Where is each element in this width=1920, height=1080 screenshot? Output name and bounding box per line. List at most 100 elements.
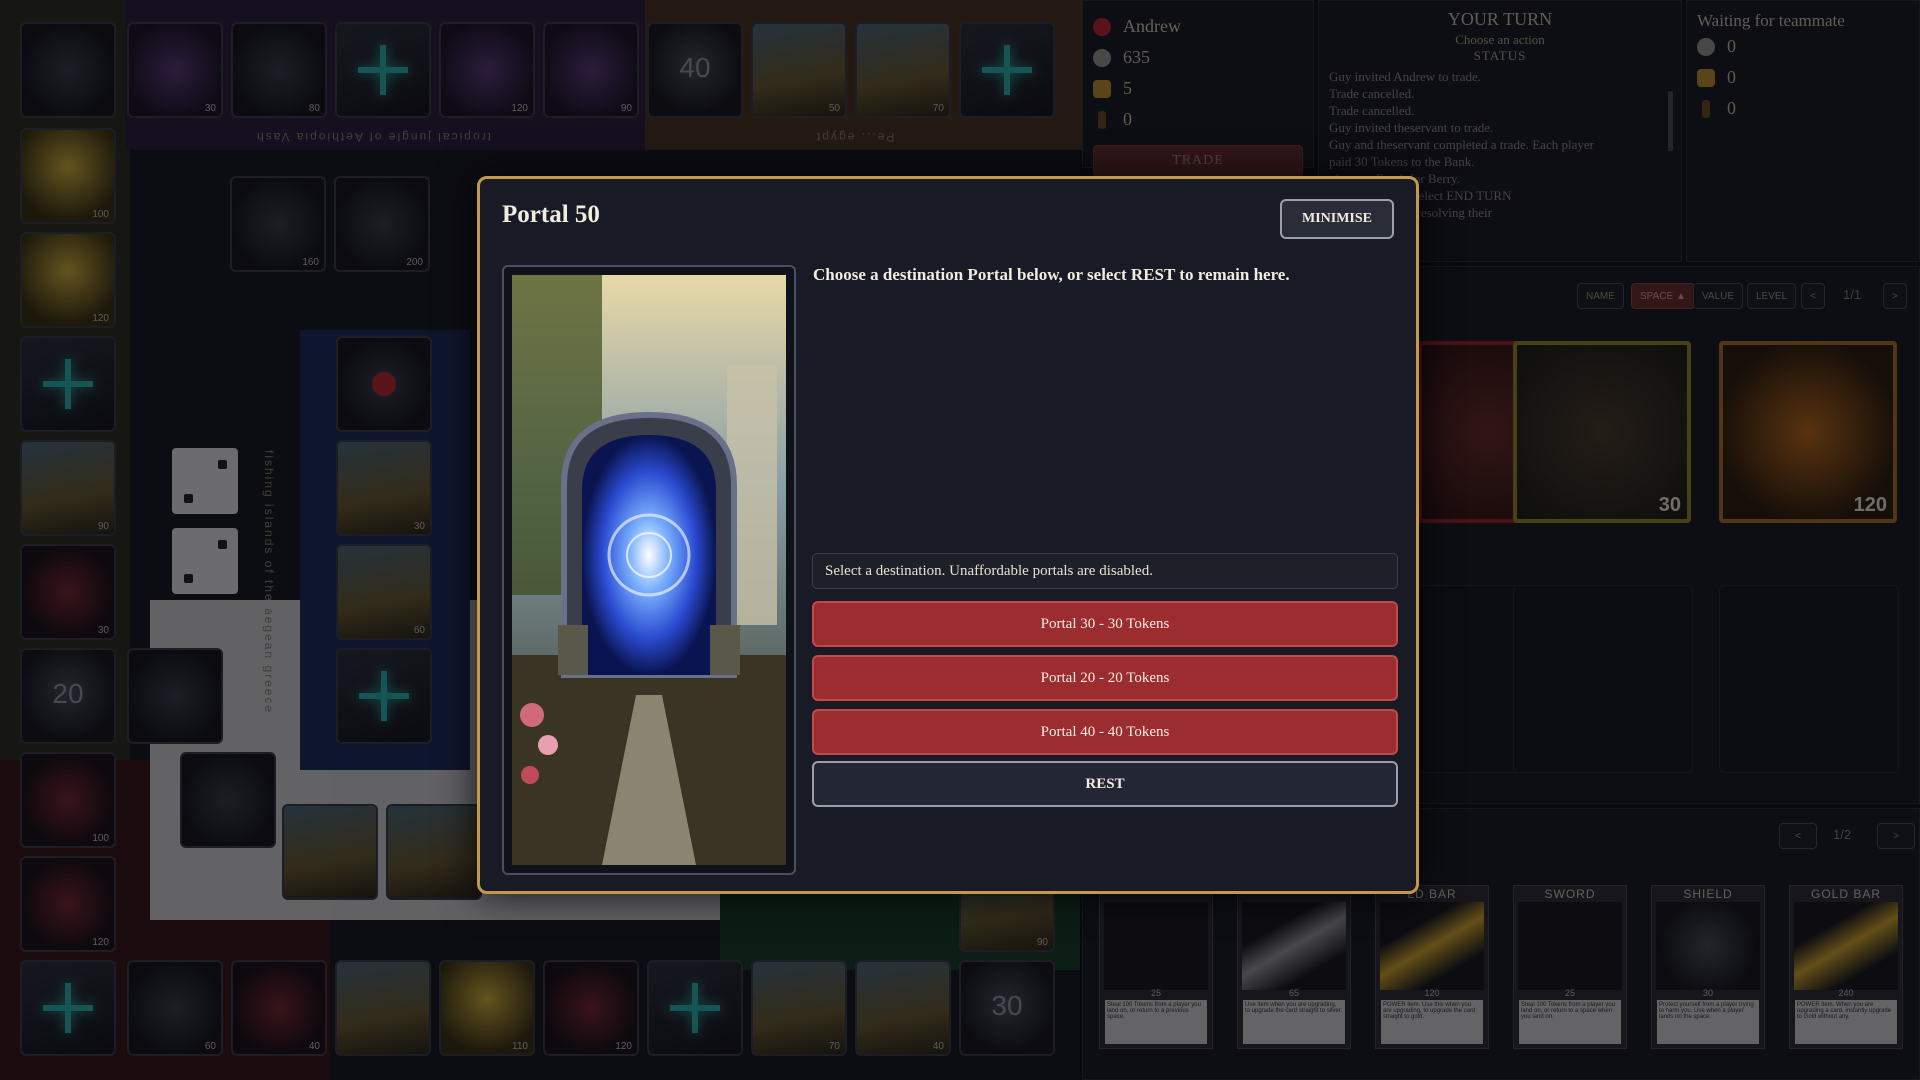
log-scrollbar[interactable]	[1668, 91, 1673, 151]
board-tile[interactable]: 70	[855, 22, 951, 118]
silver-bar-icon	[1242, 902, 1346, 990]
portal-plus-tile[interactable]	[20, 960, 116, 1056]
sort-name-button[interactable]: NAME	[1577, 283, 1624, 309]
board-tile[interactable]: 110	[439, 960, 535, 1056]
board-tile[interactable]	[20, 22, 116, 118]
die[interactable]	[172, 528, 238, 594]
teammate-honey: 0	[1727, 67, 1736, 87]
modal-title: Portal 50	[502, 201, 600, 228]
portal-plus-tile[interactable]	[336, 648, 432, 744]
destination-portal-40-button[interactable]: Portal 40 - 40 Tokens	[812, 709, 1398, 755]
portal-plus-tile[interactable]	[20, 336, 116, 432]
log-line: Guy and theservant completed a trade. Ea…	[1329, 137, 1594, 152]
bottle-icon	[1702, 99, 1710, 118]
sword-icon	[1104, 902, 1208, 990]
tile-value: 90	[1036, 937, 1048, 948]
board-tile[interactable]: 30	[336, 440, 432, 536]
board-tile[interactable]: 60	[336, 544, 432, 640]
item-description: Steal 100 Tokens from a player you land …	[1519, 1000, 1621, 1044]
portal-plus-tile[interactable]	[647, 960, 743, 1056]
inventory-card[interactable]: 30	[1513, 341, 1691, 523]
player-panel: Andrew 635 5 0 TRADE	[1082, 0, 1314, 177]
board-tile[interactable]	[386, 804, 482, 900]
item-card-sword[interactable]: SWORD 25 Steal 100 Tokens from a player …	[1513, 885, 1627, 1049]
board-tile[interactable]	[282, 804, 378, 900]
item-card-sword[interactable]: 25 Steal 100 Tokens from a player you la…	[1099, 885, 1213, 1049]
item-card-gold-bar[interactable]: GOLD BAR 240 POWER item. When you are up…	[1789, 885, 1903, 1049]
destination-portal-30-button[interactable]: Portal 30 - 30 Tokens	[812, 601, 1398, 647]
minimise-button[interactable]: MINIMISE	[1280, 199, 1394, 239]
portal-image-frame	[502, 265, 796, 875]
portal-20-tile[interactable]: 20	[20, 648, 116, 744]
board-tile[interactable]: 160	[230, 176, 326, 272]
portal-image	[512, 275, 786, 865]
items-prev-button[interactable]: <	[1779, 823, 1817, 849]
inventory-prev-button[interactable]: <	[1801, 283, 1825, 309]
tile-value: 120	[615, 1041, 632, 1052]
portal-plus-tile[interactable]	[335, 22, 431, 118]
rest-button[interactable]: REST	[812, 761, 1398, 807]
board-tile[interactable]: 120	[439, 22, 535, 118]
teammate-honey-row: 0	[1697, 62, 1909, 93]
board-tile[interactable]: 90	[20, 440, 116, 536]
board-tile[interactable]	[336, 336, 432, 432]
item-cost: 30	[1702, 988, 1713, 998]
board-tile[interactable]: 100	[20, 128, 116, 224]
sword-icon	[1518, 902, 1622, 990]
inventory-card[interactable]: 120	[1719, 341, 1897, 523]
board-tile[interactable]	[335, 960, 431, 1056]
sort-level-button[interactable]: LEVEL	[1747, 283, 1797, 309]
board-tile[interactable]: 30	[127, 22, 223, 118]
board-tile[interactable]: 120	[20, 856, 116, 952]
board-tile[interactable]: 60	[127, 960, 223, 1056]
board-tile[interactable]: 40	[855, 960, 951, 1056]
tile-value: 200	[406, 257, 423, 268]
die[interactable]	[172, 448, 238, 514]
portal-plus-tile[interactable]	[959, 22, 1055, 118]
board-tile[interactable]: 100	[20, 752, 116, 848]
shield-icon	[1656, 902, 1760, 990]
item-cost: 65	[1288, 988, 1299, 998]
coin-icon	[1093, 48, 1111, 67]
item-description: Steal 100 Tokens from a player you land …	[1105, 1000, 1207, 1044]
board-tile[interactable]: 90	[543, 22, 639, 118]
board-tile[interactable]: 200	[334, 176, 430, 272]
item-card-silver-bar[interactable]: 65 Use item when you are upgrading, to u…	[1237, 885, 1351, 1049]
item-title: SWORD	[1544, 887, 1596, 901]
empty-card-slot	[1513, 585, 1693, 773]
inventory-next-button[interactable]: >	[1883, 283, 1907, 309]
portal-modal: Portal 50 MINIMISE Choose a destination …	[477, 176, 1419, 894]
player-name: Andrew	[1123, 16, 1181, 36]
board-tile[interactable]: 30	[20, 544, 116, 640]
teammate-coins: 0	[1727, 36, 1736, 56]
log-line: Guy invited theservant to trade.	[1329, 120, 1494, 135]
sort-space-button[interactable]: SPACE ▲	[1631, 283, 1695, 309]
coin-icon	[1697, 37, 1715, 56]
board-tile[interactable]: 120	[543, 960, 639, 1056]
tile-value: 120	[92, 313, 109, 324]
board-tile[interactable]: 40	[231, 960, 327, 1056]
destination-portal-20-button[interactable]: Portal 20 - 20 Tokens	[812, 655, 1398, 701]
teammate-other: 0	[1727, 98, 1736, 118]
board-tile[interactable]: 80	[231, 22, 327, 118]
item-card-shield[interactable]: SHIELD 30 Protect yourself from a player…	[1651, 885, 1765, 1049]
board-tile[interactable]	[127, 648, 223, 744]
trade-button[interactable]: TRADE	[1093, 145, 1303, 177]
tile-value: 90	[97, 521, 109, 532]
region-label: fishing islands of the aegean greece	[262, 450, 276, 715]
player-token	[372, 372, 396, 396]
items-next-button[interactable]: >	[1877, 823, 1915, 849]
board-tile[interactable]: 120	[20, 232, 116, 328]
item-cost: 25	[1150, 988, 1161, 998]
region-label: tropical jungle of Aethiopia Vash	[255, 130, 491, 144]
gold-bar-icon	[1794, 902, 1898, 990]
portal-40-tile[interactable]: 40	[647, 22, 743, 118]
board-tile[interactable]: 50	[751, 22, 847, 118]
item-card-gold-bar[interactable]: LD BAR 120 POWER item. Use this when you…	[1375, 885, 1489, 1049]
portal-30-tile[interactable]: 30	[959, 960, 1055, 1056]
portal-illustration	[512, 275, 786, 865]
board-tile[interactable]: 70	[751, 960, 847, 1056]
sort-value-button[interactable]: VALUE	[1693, 283, 1744, 309]
card-value: 30	[1658, 494, 1681, 516]
board-tile[interactable]	[180, 752, 276, 848]
